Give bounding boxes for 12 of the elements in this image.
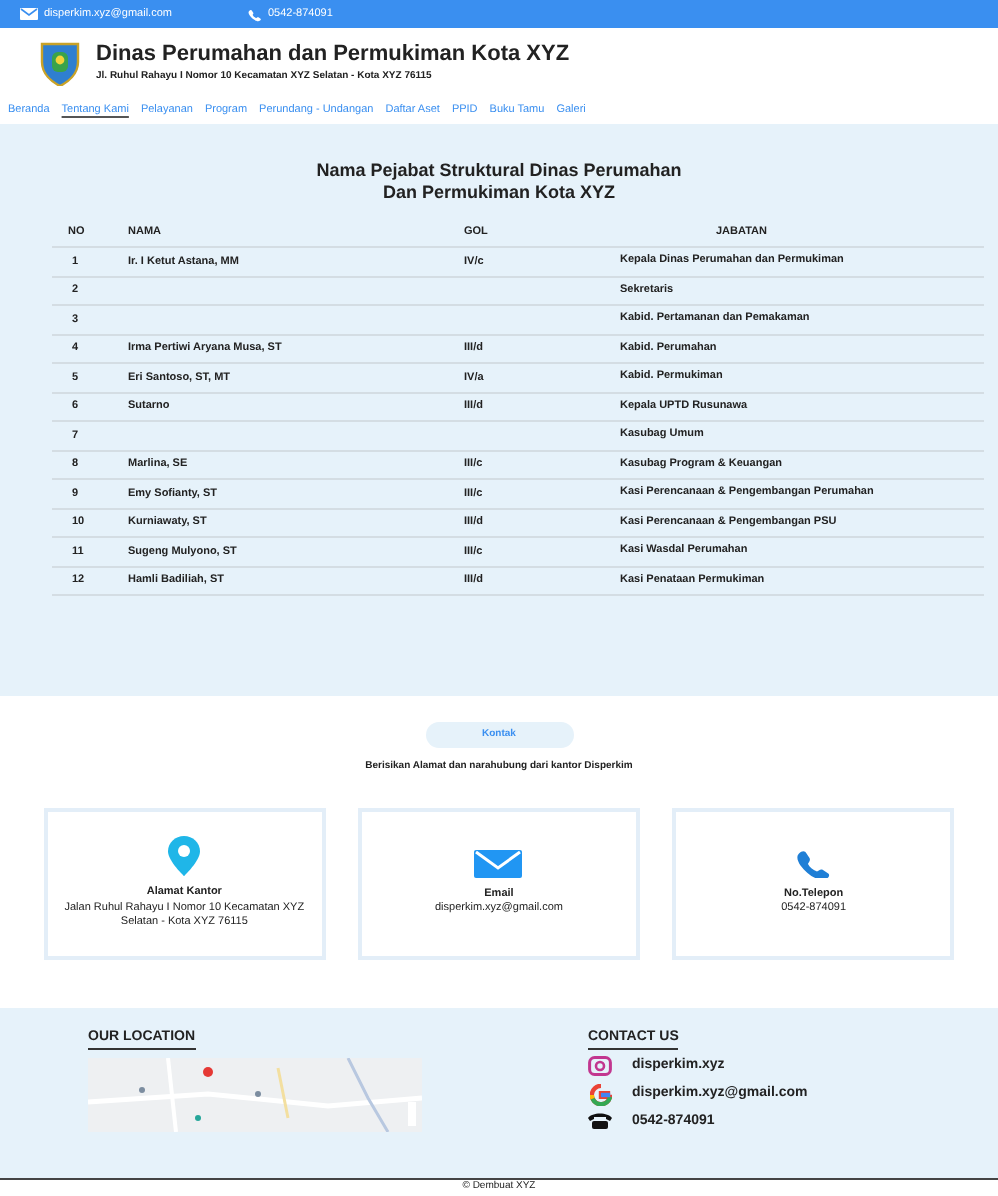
telephone-icon xyxy=(588,1112,612,1131)
envelope-icon xyxy=(474,849,523,878)
phone-icon xyxy=(795,849,832,878)
officials-title: Dan Permukiman Kota XYZ xyxy=(382,182,616,204)
envelope-icon xyxy=(20,8,38,20)
map-pin-icon xyxy=(168,836,201,877)
camera-icon xyxy=(588,1056,612,1077)
shield-logo-icon xyxy=(40,38,80,86)
site-title: Dinas Perumahan dan Permukiman Kota XYZ xyxy=(96,43,570,65)
officials-title: Nama Pejabat Struktural Dinas Perumahan xyxy=(316,160,682,182)
phone-icon xyxy=(247,7,262,21)
g-logo-icon xyxy=(589,1083,611,1105)
